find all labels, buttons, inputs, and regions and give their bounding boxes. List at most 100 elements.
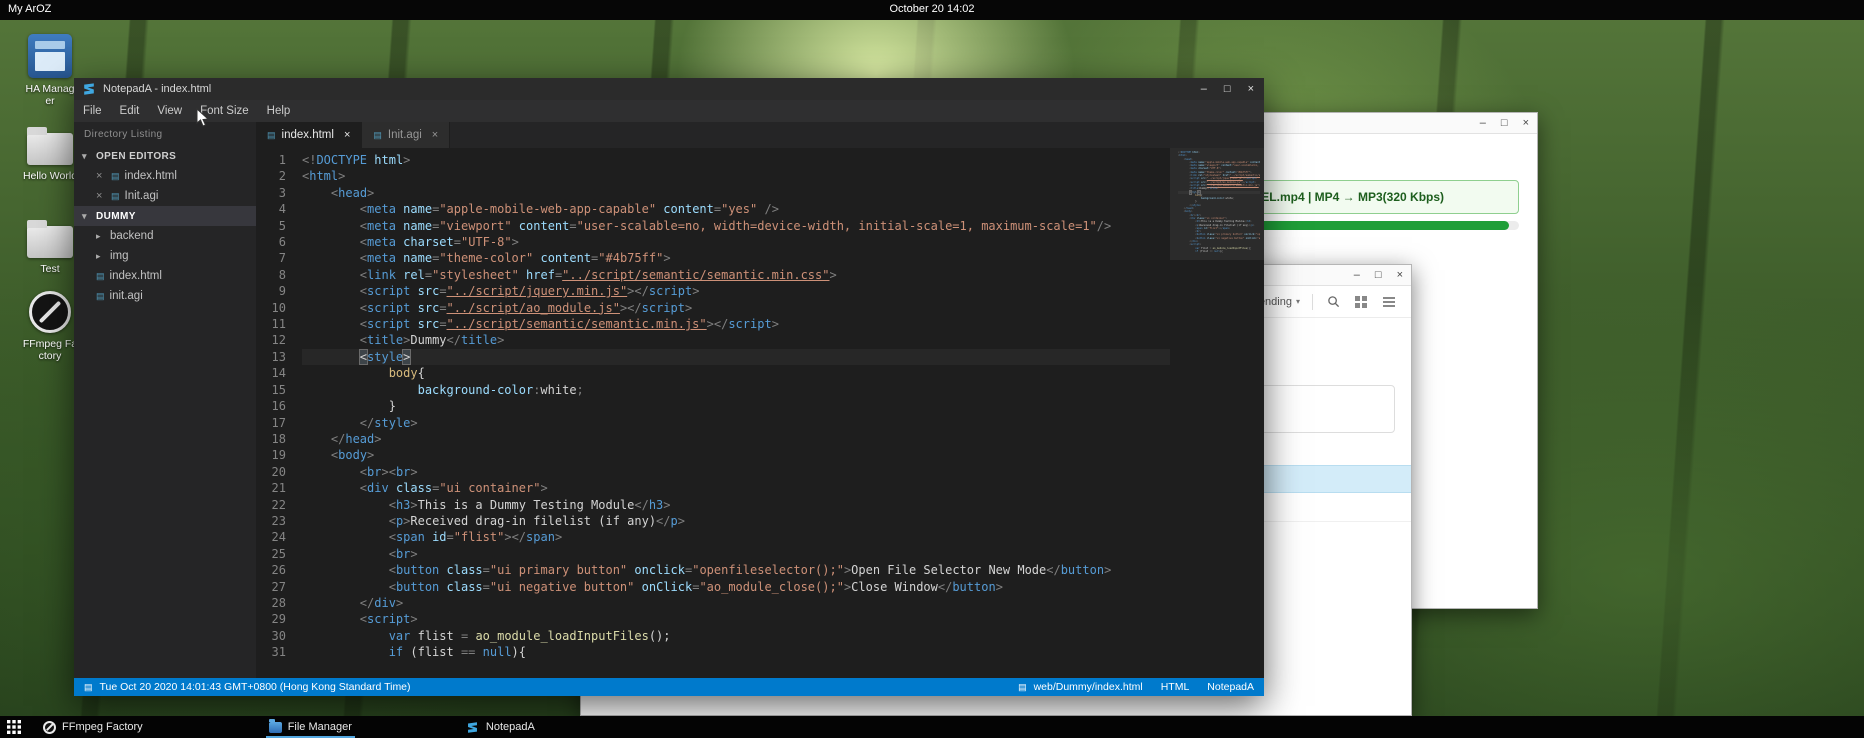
menu-help[interactable]: Help xyxy=(258,105,300,117)
tree-item-init-agi[interactable]: × ▤ Init.agi xyxy=(74,186,256,206)
tree-item-label: Init.agi xyxy=(125,190,159,202)
file-icon: ▤ xyxy=(111,171,120,182)
app-window-icon xyxy=(28,34,72,78)
status-bar: ▤ Tue Oct 20 2020 14:01:43 GMT+0800 (Hon… xyxy=(74,678,1264,696)
file-icon: ▤ xyxy=(1018,682,1027,693)
tree-item-label: DUMMY xyxy=(96,211,136,222)
desktop: My ArOZ October 20 14:02 HA Manager Hello… xyxy=(0,0,1864,738)
sidebar-header: Directory Listing xyxy=(74,122,256,146)
taskbar-item-file-manager[interactable]: File Manager xyxy=(262,716,359,738)
desktop-icon-label: ctory xyxy=(39,350,62,362)
file-icon: ▤ xyxy=(267,130,276,141)
code-lines[interactable]: <!DOCTYPE html><html> <head> <meta name=… xyxy=(302,152,1264,678)
close-button[interactable]: × xyxy=(1523,116,1529,130)
window-title: NotepadA - index.html xyxy=(103,83,211,95)
menubar: FileEditViewFont SizeHelp xyxy=(74,100,1264,122)
desktop-icon-label: er xyxy=(45,95,54,107)
tree-item-label: OPEN EDITORS xyxy=(96,151,176,162)
tree-item-open-editors[interactable]: ▾ OPEN EDITORS xyxy=(74,146,256,166)
tree-item-label: index.html xyxy=(125,170,177,182)
tree-item-dummy[interactable]: ▾ DUMMY xyxy=(74,206,256,226)
notepada-window: NotepadA - index.html – □ × FileEditView… xyxy=(74,78,1264,696)
sidebar: Directory Listing ▾ OPEN EDITORS × ▤ index.h… xyxy=(74,122,256,678)
minimize-button[interactable]: – xyxy=(1354,268,1360,282)
close-icon[interactable]: × xyxy=(96,190,106,202)
clock-icon: ▤ xyxy=(84,682,93,693)
file-icon: ▤ xyxy=(96,291,105,302)
grid-view-icon[interactable] xyxy=(1353,294,1369,310)
tree-item-index-html[interactable]: ▤ index.html xyxy=(74,266,256,286)
taskbar-item-label: FFmpeg Factory xyxy=(62,721,143,733)
status-app-name: NotepadA xyxy=(1207,681,1254,693)
tree-item-label: index.html xyxy=(110,270,162,282)
editor-titlebar[interactable]: NotepadA - index.html – □ × xyxy=(74,78,1264,100)
minimize-button[interactable]: – xyxy=(1480,116,1486,130)
status-datetime: Tue Oct 20 2020 14:01:43 GMT+0800 (Hong … xyxy=(100,681,411,693)
maximize-button[interactable]: □ xyxy=(1375,268,1382,282)
tree-item-img[interactable]: ▸ img xyxy=(74,246,256,266)
file-manager-icon xyxy=(269,722,282,733)
maximize-button[interactable]: □ xyxy=(1501,116,1508,130)
minimap[interactable]: <!DOCTYPE html><html> <head> <meta name=… xyxy=(1170,148,1264,678)
app-grid-icon xyxy=(7,720,21,734)
chevron-right-icon: ▸ xyxy=(96,231,105,242)
taskbar: FFmpeg Factory File Manager NotepadA xyxy=(0,716,1864,738)
close-icon[interactable]: × xyxy=(344,129,350,141)
sidebar-tree: ▾ OPEN EDITORS × ▤ index.html × ▤ Init.agi ▾ DUMM… xyxy=(74,146,256,306)
tree-item-label: init.agi xyxy=(110,290,143,302)
list-view-icon[interactable] xyxy=(1381,294,1397,310)
search-icon[interactable] xyxy=(1325,294,1341,310)
desktop-icon-label: HA Manag xyxy=(25,83,74,95)
tree-item-backend[interactable]: ▸ backend xyxy=(74,226,256,246)
desktop-icon-label: Test xyxy=(40,263,59,275)
notepada-logo-icon xyxy=(82,82,96,96)
ffmpeg-icon xyxy=(43,721,56,734)
close-icon[interactable]: × xyxy=(96,170,106,182)
toolbar-divider xyxy=(1312,294,1313,310)
close-icon[interactable]: × xyxy=(432,129,438,141)
file-icon: ▤ xyxy=(111,191,120,202)
chevron-down-icon: ▾ xyxy=(82,151,91,162)
taskbar-item-notepada[interactable]: NotepadA xyxy=(459,716,542,738)
folder-icon xyxy=(27,226,73,258)
system-menu[interactable]: My ArOZ xyxy=(8,3,51,15)
desktop-icon-label: FFmpeg Fa xyxy=(23,338,77,350)
mouse-cursor xyxy=(196,108,210,133)
maximize-button[interactable]: □ xyxy=(1224,83,1231,95)
tree-item-label: img xyxy=(110,250,129,262)
file-icon: ▤ xyxy=(96,271,105,282)
gutter: 1234567891011121314151617181920212223242… xyxy=(256,152,302,678)
minimap-content: <!DOCTYPE html><html> <head> <meta name=… xyxy=(1178,151,1260,253)
clock: October 20 14:02 xyxy=(889,3,974,15)
menu-view[interactable]: View xyxy=(148,105,191,117)
status-file-path: web/Dummy/index.html xyxy=(1034,681,1143,693)
folder-icon xyxy=(27,133,73,165)
tab-index.html[interactable]: ▤ index.html × xyxy=(256,122,362,148)
start-menu-button[interactable] xyxy=(0,716,28,738)
ffmpeg-icon xyxy=(29,291,71,333)
desktop-icon-label: Hello World xyxy=(23,170,77,182)
taskbar-item-label: NotepadA xyxy=(486,721,535,733)
tree-item-init-agi[interactable]: ▤ init.agi xyxy=(74,286,256,306)
tree-item-label: backend xyxy=(110,230,153,242)
chevron-down-icon: ▾ xyxy=(1296,297,1300,306)
tab-init.agi[interactable]: ▤ Init.agi × xyxy=(362,122,450,148)
tab-label: index.html xyxy=(282,129,334,141)
notepada-icon xyxy=(466,720,480,734)
menu-file[interactable]: File xyxy=(74,105,111,117)
sort-dropdown[interactable]: ending ▾ xyxy=(1259,296,1300,308)
close-button[interactable]: × xyxy=(1248,83,1254,95)
taskbar-items: FFmpeg Factory File Manager NotepadA xyxy=(28,716,542,738)
tree-item-index-html[interactable]: × ▤ index.html xyxy=(74,166,256,186)
tab-label: Init.agi xyxy=(388,129,422,141)
close-button[interactable]: × xyxy=(1397,268,1403,282)
system-topbar: My ArOZ October 20 14:02 xyxy=(0,0,1864,20)
menu-edit[interactable]: Edit xyxy=(111,105,149,117)
chevron-down-icon: ▾ xyxy=(82,211,91,222)
chevron-right-icon: ▸ xyxy=(96,251,105,262)
taskbar-item-ffmpeg-factory[interactable]: FFmpeg Factory xyxy=(36,716,150,738)
status-language[interactable]: HTML xyxy=(1161,681,1190,693)
code-editor[interactable]: 1234567891011121314151617181920212223242… xyxy=(256,148,1264,678)
minimize-button[interactable]: – xyxy=(1201,83,1207,95)
file-icon: ▤ xyxy=(373,130,382,141)
